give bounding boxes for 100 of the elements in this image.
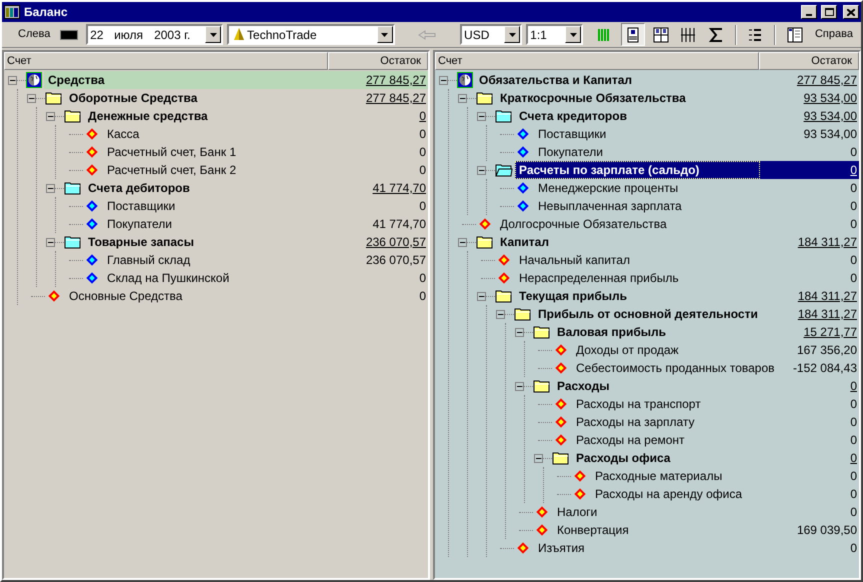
selected-row[interactable]: Средства 277 845,27 — [44, 71, 428, 89]
pyramid-icon — [234, 28, 244, 41]
account-name[interactable]: Невыплаченная зарплата — [534, 197, 686, 215]
account-name[interactable]: Начальный капитал — [515, 251, 634, 269]
column-header[interactable]: Остаток — [328, 52, 428, 70]
account-name[interactable]: Долгосрочные Обязательства — [496, 215, 671, 233]
account-name[interactable]: Обязательства и Капитал — [475, 71, 636, 89]
caret-icon — [570, 32, 577, 36]
account-name[interactable]: Поставщики — [103, 197, 180, 215]
column-header[interactable]: Остаток — [759, 52, 859, 70]
expand-toggle-icon[interactable] — [477, 112, 486, 120]
close-icon — [847, 8, 855, 16]
account-name[interactable]: Валовая прибыль — [553, 323, 670, 341]
dropdown-button[interactable] — [504, 26, 520, 43]
expand-toggle-icon[interactable] — [46, 184, 55, 192]
dropdown-button[interactable] — [565, 26, 582, 43]
account-name[interactable]: Поставщики — [534, 125, 610, 143]
account-name[interactable]: Расходы на ремонт — [572, 431, 689, 449]
account-name[interactable]: Расходы на аренду офиса — [591, 485, 746, 503]
account-name[interactable]: Нераспределенная прибыль — [515, 269, 683, 287]
account-name[interactable]: Краткосрочные Обязательства — [496, 89, 690, 107]
account-name[interactable]: Склад на Пушкинской — [103, 269, 234, 287]
account-name[interactable]: Расходные материалы — [591, 467, 726, 485]
sum-icon — [708, 26, 724, 42]
expand-toggle-icon[interactable] — [477, 292, 486, 300]
caret-icon — [210, 32, 217, 36]
list-icon — [747, 26, 764, 42]
expand-toggle-icon[interactable] — [515, 328, 524, 336]
account-name[interactable]: Денежные средства — [84, 107, 212, 125]
company-dropdown[interactable]: TechnoTrade — [227, 24, 395, 45]
account-name[interactable]: Прибыль от основной деятельности — [534, 305, 762, 323]
balance-value: 277 845,27 — [366, 90, 427, 107]
account-name[interactable]: Расчеты по зарплате (сальдо) — [515, 161, 760, 179]
close-button[interactable] — [843, 5, 859, 19]
account-name[interactable]: Расходы офиса — [572, 449, 674, 467]
expand-toggle-icon[interactable] — [458, 94, 467, 102]
expand-toggle-icon[interactable] — [515, 382, 524, 390]
expand-toggle-icon[interactable] — [534, 454, 543, 462]
expand-toggle-icon[interactable] — [46, 112, 55, 120]
account-name[interactable]: Налоги — [553, 503, 602, 521]
balance-value: 0 — [850, 396, 858, 413]
balance-value: 0 — [850, 144, 858, 161]
balance-value: 0 — [850, 378, 858, 395]
dropdown-button[interactable] — [205, 26, 222, 43]
account-name[interactable]: Покупатели — [103, 215, 176, 233]
balance-value: 0 — [850, 432, 858, 449]
selected-row[interactable]: Расчеты по зарплате (сальдо) 0 — [515, 161, 859, 179]
account-name[interactable]: Текущая прибыль — [515, 287, 631, 305]
account-name[interactable]: Капитал — [496, 233, 553, 251]
account-name[interactable]: Счета кредиторов — [515, 107, 631, 125]
account-name[interactable]: Расчетный счет, Банк 2 — [103, 161, 240, 179]
account-name[interactable]: Менеджерские проценты — [534, 179, 682, 197]
balance-value: 0 — [850, 468, 858, 485]
expand-toggle-icon[interactable] — [8, 76, 17, 84]
account-name[interactable]: Изъятия — [534, 539, 589, 557]
minimize-button[interactable] — [801, 5, 817, 19]
window-title: Баланс — [24, 4, 69, 21]
left-arrow-icon — [418, 30, 436, 40]
expand-toggle-icon[interactable] — [46, 238, 55, 246]
expand-toggle-icon[interactable] — [27, 94, 36, 102]
account-name[interactable]: Расходы на транспорт — [572, 395, 705, 413]
balance-value: 0 — [850, 450, 858, 467]
account-name[interactable]: Расходы — [553, 377, 614, 395]
balance-value: 93 534,00 — [804, 108, 858, 125]
expand-toggle-icon[interactable] — [439, 76, 448, 84]
columns-icon — [680, 26, 696, 42]
account-name[interactable]: Основные Средства — [65, 287, 186, 305]
expand-toggle-icon[interactable] — [458, 238, 467, 246]
account-name[interactable]: Товарные запасы — [84, 233, 198, 251]
account-name[interactable]: Касса — [103, 125, 144, 143]
panel-icon — [787, 26, 804, 42]
balance-value: 0 — [850, 252, 858, 269]
account-name[interactable]: Средства — [44, 71, 109, 89]
balance-value: 0 — [850, 270, 858, 287]
balance-value: 277 845,27 — [366, 72, 427, 89]
column-header[interactable]: Счет — [4, 52, 328, 70]
color-swatch[interactable] — [60, 30, 78, 40]
account-name[interactable]: Покупатели — [534, 143, 607, 161]
account-name[interactable]: Счета дебиторов — [84, 179, 194, 197]
account-name[interactable]: Главный склад — [103, 251, 194, 269]
date-dropdown[interactable]: 22 июля 2003 г. — [86, 24, 224, 45]
account-name[interactable]: Конвертация — [553, 521, 633, 539]
balance-value: 0 — [419, 108, 427, 125]
balance-value: 184 311,27 — [798, 288, 858, 305]
expand-toggle-icon[interactable] — [477, 166, 486, 174]
page-button[interactable] — [621, 23, 645, 46]
account-name[interactable]: Себестоимость проданных товаров — [572, 359, 779, 377]
balance-value: 0 — [419, 162, 427, 179]
maximize-button[interactable] — [821, 5, 837, 19]
account-name[interactable]: Доходы от продаж — [572, 341, 683, 359]
account-name[interactable]: Оборотные Средства — [65, 89, 202, 107]
column-header[interactable]: Счет — [435, 52, 759, 70]
balance-value: 0 — [850, 180, 858, 197]
scale-dropdown[interactable]: 1:1 — [526, 24, 584, 45]
account-name[interactable]: Расчетный счет, Банк 1 — [103, 143, 240, 161]
account-name[interactable]: Расходы на зарплату — [572, 413, 699, 431]
expand-toggle-icon[interactable] — [496, 310, 505, 318]
dropdown-button[interactable] — [376, 26, 393, 43]
currency-dropdown[interactable]: USD — [460, 24, 522, 45]
caret-icon — [508, 32, 516, 36]
